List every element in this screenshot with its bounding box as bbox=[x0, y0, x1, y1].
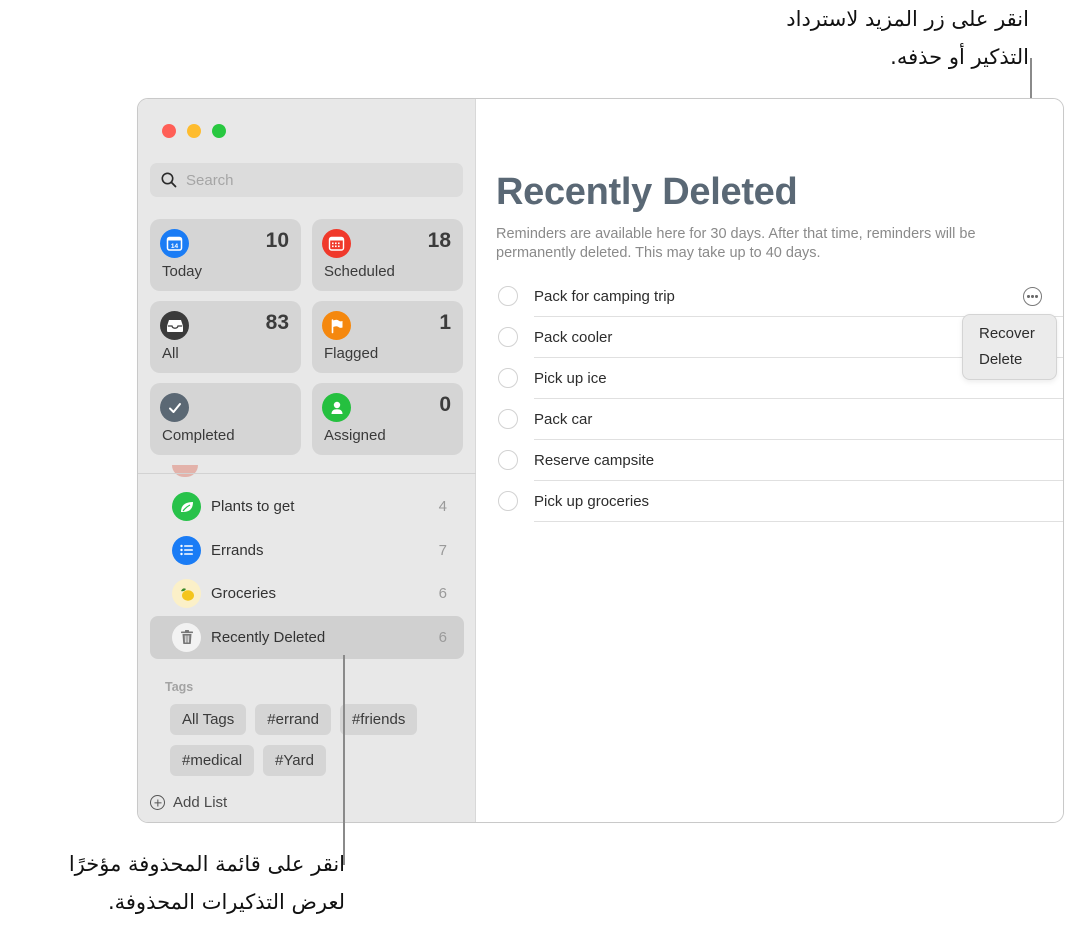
leader-line-bottom bbox=[343, 655, 345, 865]
assigned-count: 0 bbox=[439, 393, 451, 416]
complete-checkbox[interactable] bbox=[498, 286, 518, 306]
reminder-title[interactable]: Pack cooler bbox=[534, 329, 612, 346]
flagged-count: 1 bbox=[439, 311, 451, 334]
partial-list-icon bbox=[172, 465, 198, 477]
svg-text:14: 14 bbox=[171, 243, 179, 250]
today-count: 10 bbox=[265, 229, 289, 252]
minimize-button[interactable] bbox=[187, 124, 201, 138]
menu-item-recover[interactable]: Recover bbox=[963, 323, 1056, 349]
list-item-plants-to-get[interactable]: Plants to get 4 bbox=[150, 485, 464, 529]
search-input[interactable] bbox=[186, 171, 446, 189]
list-count: 7 bbox=[438, 541, 447, 559]
close-button[interactable] bbox=[162, 124, 176, 138]
callout-line: لعرض التذكيرات المحذوفة. bbox=[107, 890, 345, 914]
add-list-label: Add List bbox=[173, 794, 228, 811]
complete-checkbox[interactable] bbox=[498, 327, 518, 347]
zoom-button[interactable] bbox=[212, 124, 226, 138]
scheduled-count: 18 bbox=[427, 229, 451, 252]
reminder-row[interactable]: Pack for camping trip bbox=[496, 276, 1063, 317]
smart-list-scheduled[interactable]: 18 Scheduled bbox=[312, 219, 463, 291]
tag-errand[interactable]: #errand bbox=[255, 704, 331, 735]
my-lists: Plants to get 4 Errands 7 Groceries 6 Re… bbox=[150, 485, 464, 659]
plus-circle-icon bbox=[150, 795, 165, 810]
sidebar: 14 10 Today 18 Scheduled 83 All bbox=[138, 99, 476, 822]
sidebar-divider bbox=[138, 473, 476, 474]
all-count: 83 bbox=[265, 311, 289, 334]
leaf-icon bbox=[172, 492, 201, 522]
ellipsis-dot bbox=[1035, 295, 1038, 298]
callout-more-button: انقر على زر المزيد لاسترداد التذكير أو ح… bbox=[649, 0, 1029, 76]
callout-line: التذكير أو حذفه. bbox=[890, 45, 1029, 69]
reminder-row[interactable]: Reserve campsite bbox=[496, 440, 1063, 481]
tag-friends[interactable]: #friends bbox=[339, 704, 418, 735]
list-name: Errands bbox=[211, 541, 264, 559]
reminder-row[interactable]: Pick up groceries bbox=[496, 481, 1063, 522]
menu-item-delete[interactable]: Delete bbox=[963, 349, 1056, 375]
callout-line: انقر على زر المزيد لاسترداد bbox=[786, 7, 1029, 31]
tag-browser: All Tags #errand #friends #medical #Yard bbox=[170, 704, 455, 776]
list-name: Recently Deleted bbox=[211, 628, 326, 646]
today-label: Today bbox=[162, 263, 203, 280]
smart-lists-grid: 14 10 Today 18 Scheduled 83 All 1 Flagge… bbox=[150, 219, 464, 455]
list-item-errands[interactable]: Errands 7 bbox=[150, 529, 464, 573]
list-name: Groceries bbox=[211, 585, 277, 603]
tray-icon bbox=[160, 311, 189, 340]
reminders-window: 14 10 Today 18 Scheduled 83 All bbox=[137, 98, 1064, 823]
lemon-icon bbox=[172, 579, 201, 609]
row-separator bbox=[534, 521, 1063, 522]
add-list-button[interactable]: Add List bbox=[150, 794, 227, 811]
more-options-menu: Recover Delete bbox=[962, 314, 1057, 380]
page-title: Recently Deleted bbox=[496, 171, 798, 213]
trash-icon bbox=[172, 622, 201, 652]
complete-checkbox[interactable] bbox=[498, 368, 518, 388]
smart-list-assigned[interactable]: 0 Assigned bbox=[312, 383, 463, 455]
reminder-title[interactable]: Pick up groceries bbox=[534, 493, 649, 510]
reminder-title[interactable]: Reserve campsite bbox=[534, 452, 654, 469]
complete-checkbox[interactable] bbox=[498, 450, 518, 470]
scheduled-label: Scheduled bbox=[324, 263, 395, 280]
list-bullet-icon bbox=[172, 535, 201, 565]
reminder-row[interactable]: Pack car bbox=[496, 399, 1063, 440]
list-count: 6 bbox=[438, 628, 447, 646]
assigned-label: Assigned bbox=[324, 427, 386, 444]
reminder-title[interactable]: Pick up ice bbox=[534, 370, 607, 387]
page-description: Reminders are available here for 30 days… bbox=[496, 226, 976, 261]
complete-checkbox[interactable] bbox=[498, 491, 518, 511]
list-count: 6 bbox=[438, 585, 447, 603]
smart-list-flagged[interactable]: 1 Flagged bbox=[312, 301, 463, 373]
complete-checkbox[interactable] bbox=[498, 409, 518, 429]
person-icon bbox=[322, 393, 351, 422]
callout-recently-deleted: انقر على قائمة المحذوفة مؤخرًا لعرض التذ… bbox=[0, 845, 345, 921]
list-name: Plants to get bbox=[211, 498, 295, 516]
smart-list-today[interactable]: 14 10 Today bbox=[150, 219, 301, 291]
checkmark-icon bbox=[160, 393, 189, 422]
reminder-title[interactable]: Pack for camping trip bbox=[534, 288, 675, 305]
reminder-title[interactable]: Pack car bbox=[534, 411, 592, 428]
ellipsis-dot bbox=[1027, 295, 1030, 298]
ellipsis-dot bbox=[1031, 295, 1034, 298]
flagged-label: Flagged bbox=[324, 345, 379, 362]
main-pane: Recently Deleted Reminders are available… bbox=[476, 99, 1063, 822]
smart-list-all[interactable]: 83 All bbox=[150, 301, 301, 373]
magnifying-glass-icon bbox=[161, 172, 177, 188]
calendar-today-icon: 14 bbox=[160, 229, 189, 258]
reminder-list: Pack for camping trip Pack cooler Pick u… bbox=[496, 276, 1063, 522]
search-field[interactable] bbox=[150, 163, 463, 197]
smart-list-completed[interactable]: Completed bbox=[150, 383, 301, 455]
flag-icon bbox=[322, 311, 351, 340]
tag-yard[interactable]: #Yard bbox=[263, 745, 326, 776]
tag-medical[interactable]: #medical bbox=[170, 745, 255, 776]
tag-all-tags[interactable]: All Tags bbox=[170, 704, 247, 735]
list-item-recently-deleted[interactable]: Recently Deleted 6 bbox=[150, 615, 464, 659]
window-controls bbox=[162, 124, 226, 138]
tags-section-title: Tags bbox=[165, 680, 194, 694]
callout-line: انقر على قائمة المحذوفة مؤخرًا bbox=[68, 852, 345, 876]
more-options-button[interactable] bbox=[1023, 287, 1042, 306]
list-item-groceries[interactable]: Groceries 6 bbox=[150, 572, 464, 616]
calendar-grid-icon bbox=[322, 229, 351, 258]
list-count: 4 bbox=[438, 498, 447, 516]
all-label: All bbox=[162, 345, 179, 362]
completed-label: Completed bbox=[162, 427, 235, 444]
